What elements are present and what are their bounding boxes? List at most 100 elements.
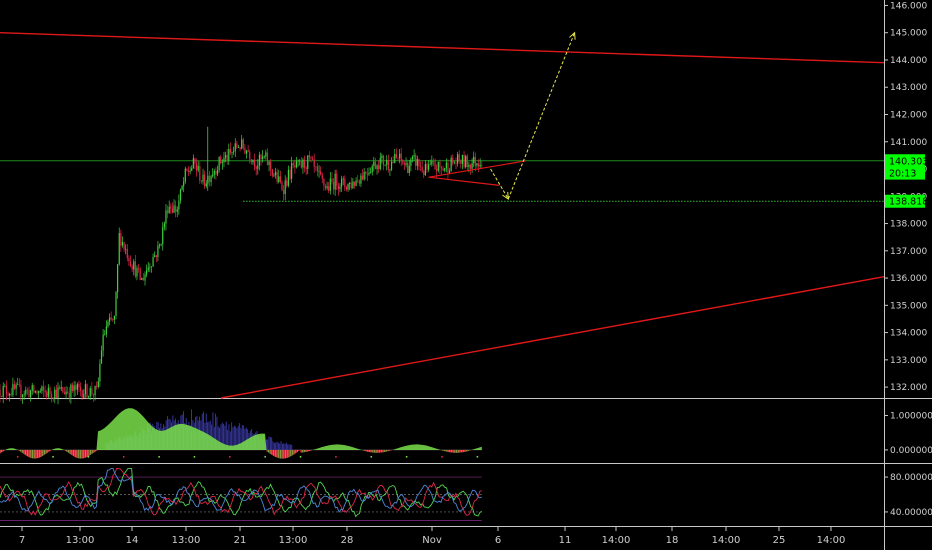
candle-body bbox=[271, 169, 273, 176]
candle-body bbox=[105, 326, 107, 335]
candle-body bbox=[403, 163, 406, 165]
rsi-tick-label: 80.000000 bbox=[890, 473, 932, 483]
candle-body bbox=[345, 187, 348, 190]
time-tick-label: 11 bbox=[559, 535, 572, 546]
candle-body bbox=[73, 385, 75, 391]
candle-body bbox=[457, 154, 459, 164]
wedge-trendline[interactable] bbox=[428, 176, 500, 186]
candle-body bbox=[376, 165, 378, 169]
price-tick-label: 134.000 bbox=[890, 329, 927, 339]
candle-body bbox=[220, 156, 222, 163]
candle-body bbox=[395, 154, 397, 158]
candle-body bbox=[397, 157, 399, 159]
price-badge-label: 140.303 bbox=[889, 156, 928, 167]
candle-body bbox=[394, 154, 396, 163]
candle-body bbox=[4, 385, 6, 387]
red-trendline[interactable] bbox=[0, 32, 885, 64]
candle-body bbox=[447, 162, 449, 173]
candle-body bbox=[216, 170, 219, 175]
candle-body bbox=[20, 384, 22, 398]
candle-body bbox=[302, 159, 304, 168]
red-trendline[interactable] bbox=[220, 276, 885, 399]
candle-body bbox=[408, 165, 410, 174]
candle-body bbox=[89, 388, 91, 397]
candle-body bbox=[192, 158, 194, 169]
osc-tick-label: 1.000000 bbox=[890, 412, 932, 422]
candle-body bbox=[332, 181, 335, 190]
osc-dot bbox=[476, 455, 479, 458]
candle-body bbox=[83, 394, 85, 398]
projection-arrow[interactable] bbox=[490, 32, 576, 201]
candle-body bbox=[481, 164, 483, 166]
candle-body bbox=[460, 161, 462, 164]
candle-body bbox=[352, 181, 354, 189]
candle-body bbox=[342, 178, 344, 180]
candle-body bbox=[186, 168, 188, 171]
candle-body bbox=[187, 170, 190, 172]
candle-body bbox=[387, 160, 389, 170]
candle-body bbox=[439, 162, 441, 168]
candle-body bbox=[242, 139, 244, 148]
candle-body bbox=[60, 387, 62, 389]
candle-body bbox=[23, 394, 25, 396]
candle-body bbox=[286, 180, 288, 186]
candle-body bbox=[183, 181, 185, 187]
candle-body bbox=[361, 175, 364, 180]
candle-body bbox=[107, 321, 109, 327]
candle-body bbox=[390, 161, 393, 170]
osc-dot bbox=[228, 455, 231, 458]
candle-body bbox=[292, 163, 294, 166]
candle-body bbox=[347, 184, 349, 190]
candle-body bbox=[328, 186, 330, 191]
candle-body bbox=[128, 258, 130, 262]
candle-body bbox=[42, 386, 45, 391]
candle-body bbox=[437, 162, 439, 171]
arrowhead bbox=[502, 191, 509, 200]
candle-body bbox=[175, 205, 177, 212]
price-chart-svg[interactable]: 132.000 133.000 134.000 135.000 136.000 137.0… bbox=[0, 0, 932, 550]
candle-body bbox=[329, 178, 331, 191]
candle-body bbox=[260, 154, 262, 160]
candle-body bbox=[81, 390, 83, 398]
candle-body bbox=[154, 255, 156, 258]
candle-body bbox=[62, 387, 64, 393]
candle-body bbox=[163, 223, 165, 228]
candle-body bbox=[253, 159, 256, 167]
candle-body bbox=[239, 147, 241, 149]
price-tick-label: 136.000 bbox=[890, 274, 927, 284]
candle-body bbox=[41, 386, 43, 392]
osc-dot bbox=[405, 455, 408, 458]
candle-body bbox=[173, 205, 175, 213]
candle-body bbox=[59, 387, 61, 389]
candle-body bbox=[402, 159, 404, 164]
candle-body bbox=[104, 334, 106, 335]
candle-body bbox=[313, 159, 315, 167]
candle-body bbox=[205, 183, 207, 187]
candle-body bbox=[18, 384, 20, 385]
price-tick-label: 137.000 bbox=[890, 247, 927, 257]
candle-body bbox=[165, 210, 167, 224]
candle-body bbox=[86, 384, 88, 398]
price-badge-label: 20:13 bbox=[889, 169, 916, 180]
candle-body bbox=[102, 334, 104, 351]
candle-body bbox=[223, 157, 225, 163]
candle-body bbox=[448, 171, 451, 173]
price-tick-label: 132.000 bbox=[890, 383, 927, 393]
candle-body bbox=[419, 166, 422, 168]
candle-body bbox=[91, 388, 93, 395]
price-tick-label: 141.000 bbox=[890, 138, 927, 148]
candle-body bbox=[30, 390, 32, 398]
candle-body bbox=[50, 394, 53, 398]
candle-body bbox=[2, 386, 4, 397]
candle-body bbox=[99, 363, 101, 382]
candle-body bbox=[197, 165, 199, 171]
candle-body bbox=[26, 389, 28, 391]
candle-body bbox=[273, 175, 275, 176]
candle-body bbox=[121, 242, 124, 246]
candle-body bbox=[262, 156, 264, 160]
candle-body bbox=[368, 172, 370, 175]
candle-body bbox=[353, 181, 356, 186]
candle-body bbox=[212, 174, 214, 177]
candle-body bbox=[137, 268, 140, 269]
osc-dot bbox=[122, 455, 125, 458]
